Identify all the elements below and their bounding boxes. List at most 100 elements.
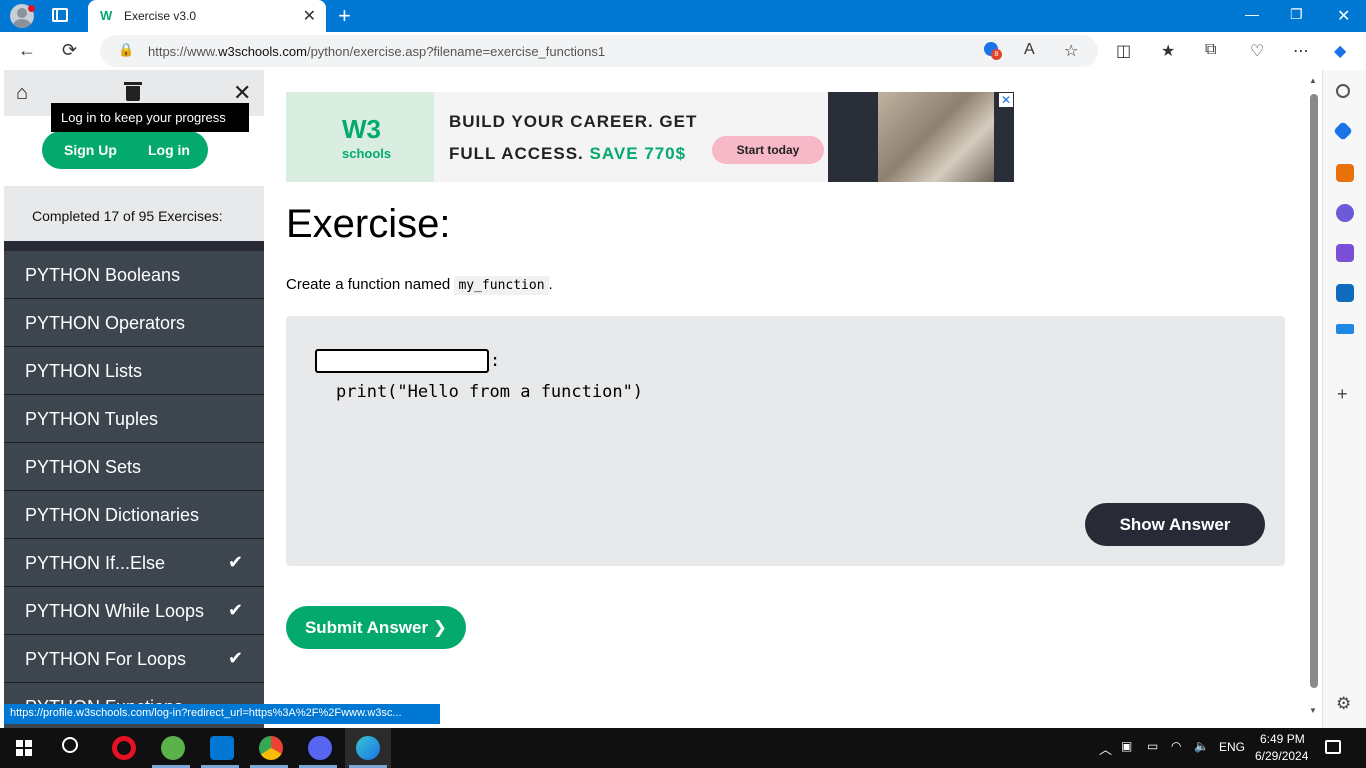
browser-essentials-icon[interactable]: ♡ bbox=[1250, 41, 1264, 61]
ad-banner[interactable]: W3 schools BUILD YOUR CAREER. GET FULL A… bbox=[286, 92, 1014, 182]
new-tab-icon[interactable]: + bbox=[338, 3, 351, 29]
tray-battery-icon[interactable]: ▭ bbox=[1147, 739, 1158, 753]
sidebar-item-dictionaries[interactable]: PYTHON Dictionaries bbox=[4, 491, 264, 539]
status-bar-url: https://profile.w3schools.com/log-in?red… bbox=[4, 704, 440, 724]
shopping-tag-icon[interactable] bbox=[1333, 121, 1353, 141]
address-toolbar: ← ⟳ 🔒 https://www.w3schools.com/python/e… bbox=[0, 32, 1366, 70]
trash-icon[interactable] bbox=[124, 80, 142, 102]
read-aloud-icon[interactable]: A bbox=[1024, 41, 1035, 59]
page-scrollbar[interactable]: ▲ ▼ bbox=[1306, 70, 1322, 720]
favorite-star-icon[interactable]: ☆ bbox=[1064, 41, 1078, 61]
refresh-icon[interactable]: ⟳ bbox=[62, 40, 77, 61]
address-bar[interactable]: 🔒 https://www.w3schools.com/python/exerc… bbox=[100, 35, 1098, 67]
windows-start-icon[interactable] bbox=[16, 740, 32, 756]
search-icon[interactable] bbox=[1336, 84, 1350, 98]
add-icon[interactable]: + bbox=[1337, 384, 1348, 405]
tab-actions-icon[interactable] bbox=[52, 8, 68, 22]
chrome-icon[interactable] bbox=[259, 736, 283, 760]
browser-tab[interactable]: W Exercise v3.0 ✕ bbox=[88, 0, 326, 32]
url-text[interactable]: https://www.w3schools.com/python/exercis… bbox=[148, 44, 605, 59]
clock-time[interactable]: 6:49 PM bbox=[1260, 732, 1305, 746]
code-line: print("Hello from a function") bbox=[336, 382, 644, 402]
scroll-up-icon[interactable]: ▲ bbox=[1309, 76, 1317, 85]
opera-icon[interactable] bbox=[112, 736, 136, 760]
favorites-icon[interactable]: ★ bbox=[1161, 41, 1175, 61]
outlook-icon[interactable] bbox=[1336, 284, 1354, 302]
answer-input[interactable] bbox=[315, 349, 489, 373]
sidebar-item-if-else[interactable]: PYTHON If...Else ✔ bbox=[4, 539, 264, 587]
checkmark-icon: ✔ bbox=[228, 552, 244, 572]
exercise-menu: PYTHON Booleans PYTHON Operators PYTHON … bbox=[4, 251, 264, 728]
utorrent-icon[interactable] bbox=[161, 736, 185, 760]
logo-mark: W3 bbox=[342, 114, 381, 144]
settings-gear-icon[interactable]: ⚙ bbox=[1336, 694, 1351, 714]
inline-code: my_function bbox=[454, 276, 549, 295]
games-icon[interactable] bbox=[1336, 204, 1354, 222]
tray-network-icon[interactable]: ▣ bbox=[1121, 739, 1132, 753]
tab-close-icon[interactable]: ✕ bbox=[303, 6, 316, 26]
window-close-icon[interactable]: ✕ bbox=[1337, 6, 1350, 26]
back-icon[interactable]: ← bbox=[18, 40, 36, 61]
progress-text: Completed 17 of 95 Exercises: bbox=[32, 208, 223, 224]
clock-date[interactable]: 6/29/2024 bbox=[1255, 749, 1308, 763]
scroll-down-icon[interactable]: ▼ bbox=[1309, 706, 1317, 715]
discord-icon[interactable] bbox=[308, 736, 332, 760]
submit-answer-button[interactable]: Submit Answer ❯ bbox=[286, 606, 466, 649]
notifications-icon[interactable] bbox=[1325, 740, 1341, 754]
search-icon[interactable] bbox=[62, 737, 78, 753]
copilot-icon[interactable]: ◆ bbox=[1334, 41, 1346, 61]
ad-close-icon[interactable]: ✕ bbox=[999, 93, 1013, 107]
signup-button[interactable]: Sign Up bbox=[64, 142, 117, 158]
sidebar-item-while-loops[interactable]: PYTHON While Loops ✔ bbox=[4, 587, 264, 635]
code-colon: : bbox=[490, 351, 501, 371]
restore-icon[interactable]: ❐ bbox=[1290, 6, 1303, 23]
page-title: Exercise: bbox=[286, 202, 451, 246]
sidebar-item-operators[interactable]: PYTHON Operators bbox=[4, 299, 264, 347]
exercise-sidebar: ⌂ ✕ Sign Up Log in Completed 17 of 95 Ex… bbox=[4, 70, 264, 728]
sidebar-item-booleans[interactable]: PYTHON Booleans bbox=[4, 251, 264, 299]
ad-headline-2: FULL ACCESS. SAVE 770$ bbox=[449, 144, 687, 163]
send-icon[interactable] bbox=[1336, 324, 1354, 334]
edge-taskbar-active[interactable] bbox=[345, 728, 391, 768]
microsoft-365-icon[interactable] bbox=[1336, 244, 1354, 262]
login-button[interactable]: Log in bbox=[148, 142, 190, 158]
sidebar-item-tuples[interactable]: PYTHON Tuples bbox=[4, 395, 264, 443]
sidebar-item-lists[interactable]: PYTHON Lists bbox=[4, 347, 264, 395]
w3schools-logo: W3 schools bbox=[286, 92, 434, 182]
lock-icon[interactable]: 🔒 bbox=[118, 42, 134, 58]
tray-wifi-icon[interactable]: ◠ bbox=[1171, 739, 1181, 753]
tray-volume-icon[interactable]: 🔈 bbox=[1194, 739, 1209, 753]
minimize-icon[interactable]: — bbox=[1245, 6, 1259, 22]
more-menu-icon[interactable]: ⋯ bbox=[1293, 41, 1309, 61]
show-answer-button[interactable]: Show Answer bbox=[1085, 503, 1265, 546]
tab-title: Exercise v3.0 bbox=[124, 9, 197, 23]
auth-buttons: Sign Up Log in bbox=[42, 131, 208, 169]
edge-sidebar: + ⚙ bbox=[1322, 70, 1366, 728]
ad-photo bbox=[878, 92, 994, 182]
collections-icon[interactable]: ⧉ bbox=[1205, 41, 1216, 59]
login-tooltip: Log in to keep your progress bbox=[51, 103, 249, 132]
split-screen-icon[interactable]: ◫ bbox=[1116, 41, 1131, 61]
browser-titlebar: W Exercise v3.0 ✕ + — ❐ ✕ bbox=[0, 0, 1366, 32]
checkmark-icon: ✔ bbox=[228, 600, 244, 620]
language-indicator[interactable]: ENG bbox=[1219, 740, 1245, 754]
scroll-thumb[interactable] bbox=[1310, 94, 1318, 688]
logo-text: schools bbox=[342, 146, 392, 161]
sidebar-item-for-loops[interactable]: PYTHON For Loops ✔ bbox=[4, 635, 264, 683]
sidebar-item-sets[interactable]: PYTHON Sets bbox=[4, 443, 264, 491]
progress-section: Completed 17 of 95 Exercises: bbox=[4, 186, 264, 241]
windows-taskbar: ︿ ▣ ▭ ◠ 🔈 ENG 6:49 PM 6/29/2024 bbox=[0, 728, 1366, 768]
ad-headline-1: BUILD YOUR CAREER. GET bbox=[449, 112, 698, 131]
notification-dot bbox=[28, 5, 35, 12]
w3schools-favicon-icon: W bbox=[100, 8, 113, 23]
tools-icon[interactable] bbox=[1336, 164, 1354, 182]
extension-badge-icon[interactable]: 8 bbox=[984, 42, 1002, 60]
tray-chevron-icon[interactable]: ︿ bbox=[1099, 739, 1112, 758]
vscode-icon[interactable] bbox=[210, 736, 234, 760]
ad-start-today-button[interactable]: Start today bbox=[712, 136, 824, 164]
edge-icon bbox=[356, 736, 380, 760]
code-editor: : print("Hello from a function") Show An… bbox=[286, 316, 1285, 566]
home-icon[interactable]: ⌂ bbox=[16, 82, 28, 105]
checkmark-icon: ✔ bbox=[228, 648, 244, 668]
exercise-description: Create a function named my_function. bbox=[286, 276, 553, 295]
